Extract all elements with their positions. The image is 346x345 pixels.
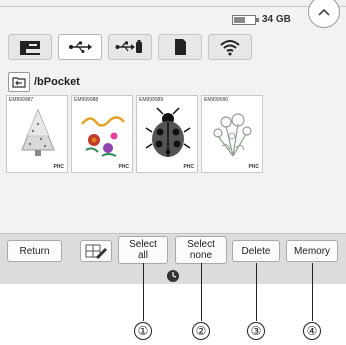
return-label: Return: [19, 245, 50, 257]
callout-line-3: [256, 263, 257, 321]
storage-indicator: 34 GB: [232, 14, 291, 25]
callout-line-2: [201, 263, 202, 321]
thumbnail-id: EM999990: [204, 97, 229, 103]
wifi-icon: [220, 40, 240, 56]
callout-number-1: ①: [134, 322, 152, 340]
floral-lettering-embroidery-icon: [81, 116, 125, 157]
thumbnail-item[interactable]: EM999989 PHC: [136, 95, 198, 173]
storage-gauge-icon: [232, 14, 259, 25]
delete-button[interactable]: Delete: [232, 240, 280, 262]
clock-icon: [167, 270, 179, 282]
usb-device-icon: [115, 40, 142, 53]
tab-usb[interactable]: [58, 34, 102, 60]
tab-machine[interactable]: [8, 34, 52, 60]
close-button[interactable]: [308, 0, 340, 28]
select-all-label-line1: Select: [129, 239, 157, 250]
folder-back-button[interactable]: [8, 72, 30, 92]
callout-line-4: [312, 263, 313, 321]
thumbnail-id: EM999987: [9, 97, 34, 103]
christmas-tree-embroidery-icon: [21, 108, 55, 156]
thumbnail-item[interactable]: EM999987 PHC: [6, 95, 68, 173]
thumbnail-id: EM999989: [139, 97, 164, 103]
usb-icon: [69, 41, 92, 53]
source-tabs: [8, 34, 252, 60]
thumbnail-type: PHC: [183, 164, 194, 170]
machine-icon: [20, 41, 40, 55]
memory-button[interactable]: Memory: [286, 240, 338, 262]
thumbnail-id: EM999988: [74, 97, 99, 103]
select-none-label-line1: Select: [187, 239, 215, 250]
flower-bouquet-embroidery-icon: [213, 113, 252, 157]
top-divider: [0, 6, 346, 7]
edit-mode-icon: [85, 244, 107, 259]
delete-label: Delete: [241, 245, 271, 257]
memory-label: Memory: [293, 245, 331, 257]
edit-mode-button[interactable]: [80, 240, 112, 262]
sd-card-icon: [175, 39, 186, 55]
storage-text: 34 GB: [262, 14, 291, 25]
select-all-label-line2: all: [137, 250, 148, 261]
thumbnail-type: PHC: [53, 164, 64, 170]
chevron-up-icon: [318, 8, 330, 16]
thumbnail-item[interactable]: EM999990 PHC: [201, 95, 263, 173]
thumbnail-item[interactable]: EM999988 PHC: [71, 95, 133, 173]
tab-usb-device[interactable]: [108, 34, 152, 60]
bottom-toolbar: Return Select all Select none Delete Mem…: [0, 233, 346, 284]
callout-number-2: ②: [192, 322, 210, 340]
tab-wifi[interactable]: [208, 34, 252, 60]
file-manager-screen: 34 GB /bPocket EM999987 PHC EM999988 PHC…: [0, 0, 346, 284]
path-text: /bPocket: [34, 76, 80, 88]
thumbnail-list: EM999987 PHC EM999988 PHC EM999989 PHC E…: [6, 95, 263, 173]
folder-path: /bPocket: [8, 72, 80, 92]
ladybug-embroidery-icon: [145, 107, 191, 157]
tab-sd-card[interactable]: [158, 34, 202, 60]
thumbnail-type: PHC: [118, 164, 129, 170]
callout-number-4: ④: [303, 322, 321, 340]
select-none-label-line2: none: [189, 250, 213, 261]
callout-line-1: [143, 263, 144, 321]
select-none-button[interactable]: Select none: [175, 236, 227, 264]
callout-number-3: ③: [247, 322, 265, 340]
thumbnail-type: PHC: [248, 164, 259, 170]
folder-up-icon: [12, 77, 26, 88]
return-button[interactable]: Return: [7, 240, 62, 262]
select-all-button[interactable]: Select all: [118, 236, 168, 264]
